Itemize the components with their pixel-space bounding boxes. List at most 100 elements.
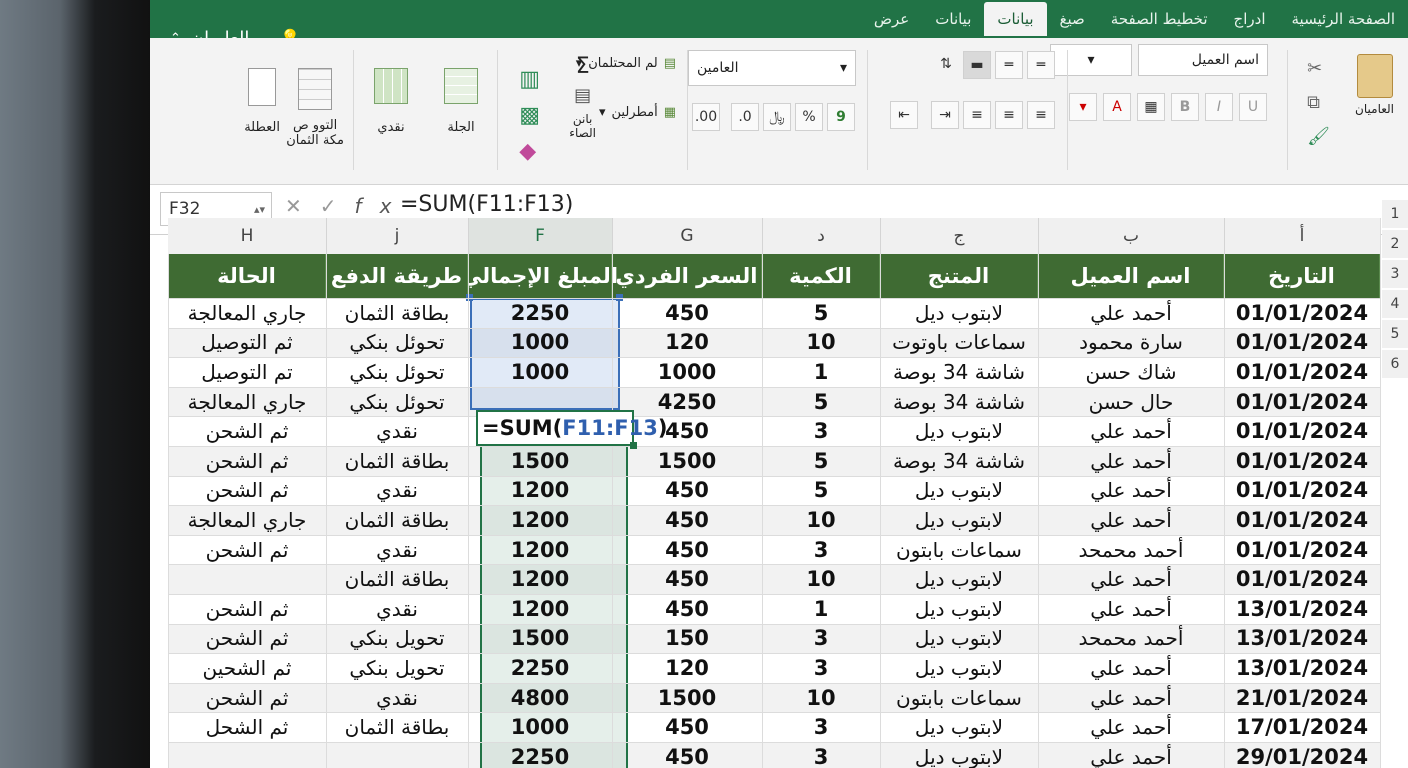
font-name-dropdown[interactable]: اسم العميل bbox=[1138, 44, 1268, 76]
table-cell-payment[interactable]: بطاقة الثمان bbox=[326, 446, 468, 476]
table-cell-customer[interactable]: أحمد محمحد bbox=[1038, 535, 1224, 565]
table-cell-customer[interactable]: أحمد علي bbox=[1038, 446, 1224, 476]
table-cell-price[interactable]: 1500 bbox=[612, 683, 762, 713]
table-cell-qty[interactable]: 1 bbox=[762, 594, 880, 624]
table-cell-product[interactable]: لابتوب ديل bbox=[880, 742, 1038, 768]
table-cell-price[interactable]: 120 bbox=[612, 328, 762, 358]
table-cell-price[interactable]: 450 bbox=[612, 476, 762, 506]
name-box-stepper-icon[interactable]: ▴▾ bbox=[254, 203, 265, 216]
table-cell-product[interactable]: لابتوب ديل bbox=[880, 712, 1038, 742]
table-button[interactable]: الجلة bbox=[444, 68, 478, 135]
sparkline-icon[interactable]: ▩ bbox=[519, 98, 540, 134]
table-cell-payment[interactable]: بطاقة الثمان bbox=[326, 564, 468, 594]
number-format-dropdown[interactable]: العامين ▾ bbox=[688, 50, 856, 86]
table-cell-payment[interactable]: بطاقة الثمان bbox=[326, 505, 468, 535]
table-cell-total[interactable]: 1000 bbox=[468, 357, 612, 387]
table-cell-qty[interactable]: 5 bbox=[762, 476, 880, 506]
table-cell-total[interactable]: 1000 bbox=[468, 328, 612, 358]
ribbon-tab[interactable]: بيانات bbox=[984, 2, 1047, 36]
table-cell-status[interactable]: ثم الشحن bbox=[168, 624, 326, 654]
table-cell-product[interactable]: شاشة 34 بوصة bbox=[880, 357, 1038, 387]
decrease-decimal-icon[interactable]: .0 bbox=[731, 103, 759, 131]
active-cell[interactable]: =SUM(F11:F13) bbox=[476, 410, 667, 446]
table-cell-date[interactable]: 01/01/2024 bbox=[1224, 298, 1380, 328]
ribbon-tab[interactable]: تخطيط الصفحة bbox=[1098, 2, 1221, 36]
cash-button[interactable]: نقدي bbox=[374, 68, 408, 135]
table-cell-customer[interactable]: أحمد علي bbox=[1038, 683, 1224, 713]
table-cell-status[interactable]: ثم الشحن bbox=[168, 683, 326, 713]
table-cell-date[interactable]: 29/01/2024 bbox=[1224, 742, 1380, 768]
row-number[interactable]: 4 bbox=[1382, 290, 1408, 318]
copy-icon[interactable]: ⧉ bbox=[1307, 86, 1330, 120]
table-cell-total[interactable]: 1500 bbox=[468, 624, 612, 654]
table-cell-qty[interactable]: 10 bbox=[762, 683, 880, 713]
table-cell-total[interactable]: 1200 bbox=[468, 505, 612, 535]
table-cell-date[interactable]: 01/01/2024 bbox=[1224, 505, 1380, 535]
bold-button[interactable]: B bbox=[1171, 93, 1199, 121]
formula-input[interactable]: =SUM(F11:F13) bbox=[400, 192, 573, 217]
table-cell-payment[interactable]: تحويل بنكي bbox=[326, 653, 468, 683]
table-cell-date[interactable]: 13/01/2024 bbox=[1224, 594, 1380, 624]
fill-color-icon[interactable]: ▾ bbox=[1069, 93, 1097, 121]
table-cell-product[interactable]: لابتوب ديل bbox=[880, 416, 1038, 446]
table-cell-payment[interactable]: نقدي bbox=[326, 535, 468, 565]
cell-style-button[interactable]: العطلة bbox=[244, 68, 280, 135]
italic-button[interactable]: I bbox=[1205, 93, 1233, 121]
enter-icon[interactable]: ✓ bbox=[320, 194, 355, 218]
table-cell-product[interactable]: لابتوب ديل bbox=[880, 298, 1038, 328]
outdent-icon[interactable]: ⇤ bbox=[890, 101, 918, 129]
table-cell-price[interactable]: 120 bbox=[612, 653, 762, 683]
table-cell-date[interactable]: 01/01/2024 bbox=[1224, 387, 1380, 417]
table-cell-customer[interactable]: أحمد علي bbox=[1038, 476, 1224, 506]
table-cell-price[interactable]: 150 bbox=[612, 624, 762, 654]
table-cell-payment[interactable]: نقدي bbox=[326, 416, 468, 446]
table-cell-status[interactable]: تم التوصيل bbox=[168, 357, 326, 387]
row-number[interactable]: 6 bbox=[1382, 350, 1408, 378]
table-cell-qty[interactable]: 3 bbox=[762, 653, 880, 683]
table-cell-status[interactable] bbox=[168, 742, 326, 768]
comma-style-button[interactable]: 9 bbox=[827, 103, 855, 131]
table-cell-total[interactable]: 2250 bbox=[468, 653, 612, 683]
column-header[interactable]: F bbox=[468, 218, 613, 255]
ribbon-tab[interactable]: بيانات bbox=[922, 2, 984, 36]
table-cell-product[interactable]: لابتوب ديل bbox=[880, 476, 1038, 506]
increase-decimal-icon[interactable]: .00 bbox=[692, 103, 720, 131]
align-center-icon[interactable]: ≡ bbox=[995, 101, 1023, 129]
cut-icon[interactable]: ✂ bbox=[1307, 52, 1330, 86]
table-cell-status[interactable] bbox=[168, 564, 326, 594]
text-direction-icon[interactable]: ⇅ bbox=[933, 51, 959, 77]
table-cell-product[interactable]: سماعات بابتون bbox=[880, 535, 1038, 565]
column-header[interactable]: أ bbox=[1224, 218, 1381, 255]
column-header[interactable]: ج bbox=[880, 218, 1039, 255]
table-cell-product[interactable]: سماعات بابتون bbox=[880, 683, 1038, 713]
ribbon-tab[interactable]: ادراج bbox=[1221, 2, 1279, 36]
table-cell-product[interactable]: لابتوب ديل bbox=[880, 653, 1038, 683]
table-cell-product[interactable]: لابتوب ديل bbox=[880, 505, 1038, 535]
table-cell-customer[interactable]: حال حسن bbox=[1038, 387, 1224, 417]
table-cell-qty[interactable]: 3 bbox=[762, 624, 880, 654]
calculator-icon[interactable]: ▤ bbox=[569, 85, 596, 106]
table-cell-qty[interactable]: 3 bbox=[762, 535, 880, 565]
table-cell-price[interactable]: 1000 bbox=[612, 357, 762, 387]
ribbon-tab[interactable]: عرض bbox=[861, 2, 922, 36]
table-cell-date[interactable]: 01/01/2024 bbox=[1224, 564, 1380, 594]
table-cell-total[interactable]: 1000 bbox=[468, 712, 612, 742]
fill-handle[interactable] bbox=[630, 442, 637, 449]
table-cell-customer[interactable]: أحمد محمحد bbox=[1038, 624, 1224, 654]
table-cell-status[interactable]: ثم الشحين bbox=[168, 653, 326, 683]
table-cell-date[interactable]: 01/01/2024 bbox=[1224, 416, 1380, 446]
row-number[interactable]: 5 bbox=[1382, 320, 1408, 348]
align-bottom-icon[interactable]: ▬ bbox=[963, 51, 991, 79]
table-cell-total[interactable]: 2250 bbox=[468, 742, 612, 768]
table-cell-qty[interactable]: 5 bbox=[762, 387, 880, 417]
table-cell-status[interactable]: جاري المعالجة bbox=[168, 387, 326, 417]
font-size-dropdown[interactable]: ▾ bbox=[1050, 44, 1132, 76]
format-cells-button[interactable]: التوو ص مكة الثمان bbox=[286, 68, 344, 148]
table-cell-payment[interactable]: نقدي bbox=[326, 683, 468, 713]
table-cell-product[interactable]: لابتوب ديل bbox=[880, 624, 1038, 654]
row-number[interactable]: 3 bbox=[1382, 260, 1408, 288]
table-cell-customer[interactable]: أحمد علي bbox=[1038, 416, 1224, 446]
underline-button[interactable]: U bbox=[1239, 93, 1267, 121]
table-cell-total[interactable]: 2250 bbox=[468, 298, 612, 328]
table-cell-price[interactable]: 450 bbox=[612, 564, 762, 594]
